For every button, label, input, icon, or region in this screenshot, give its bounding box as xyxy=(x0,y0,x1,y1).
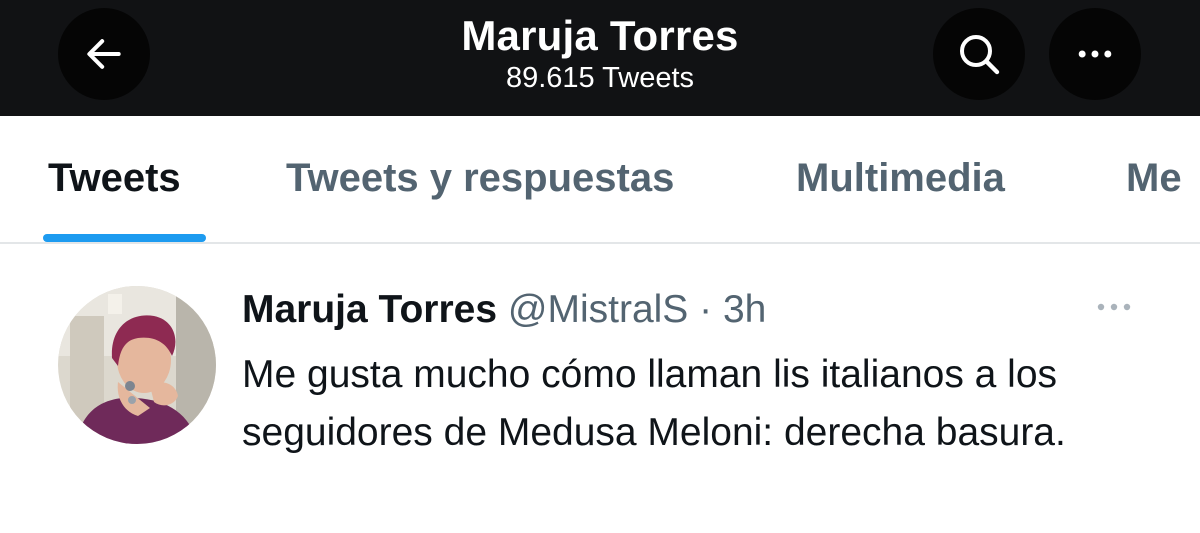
author-name[interactable]: Maruja Torres xyxy=(242,288,497,331)
profile-header: Maruja Torres 89.615 Tweets xyxy=(0,0,1200,116)
separator: · xyxy=(688,288,723,331)
tab-tweets-and-replies[interactable]: Tweets y respuestas xyxy=(286,156,674,201)
more-options-button[interactable] xyxy=(1049,8,1141,100)
more-horizontal-icon xyxy=(1078,50,1112,58)
author-handle[interactable]: @MistralS xyxy=(508,288,688,331)
tab-media[interactable]: Multimedia xyxy=(796,156,1005,201)
tweet[interactable]: Maruja Torres @MistralS · 3h Me gusta mu… xyxy=(0,246,1200,533)
search-icon xyxy=(960,35,1000,75)
tweet-more-button[interactable] xyxy=(1094,296,1134,323)
profile-tabs: Tweets Tweets y respuestas Multimedia Me xyxy=(0,116,1200,244)
timestamp[interactable]: 3h xyxy=(723,288,766,331)
active-tab-indicator xyxy=(43,234,206,242)
search-button[interactable] xyxy=(933,8,1025,100)
tab-tweets[interactable]: Tweets xyxy=(48,156,181,201)
tab-likes[interactable]: Me xyxy=(1126,156,1182,201)
avatar[interactable] xyxy=(58,286,216,444)
more-horizontal-icon xyxy=(1097,303,1131,311)
tweet-header: Maruja Torres @MistralS · 3h xyxy=(242,288,766,332)
tweet-text: Me gusta mucho cómo llaman lis italianos… xyxy=(242,353,1066,454)
avatar-image xyxy=(58,286,216,444)
